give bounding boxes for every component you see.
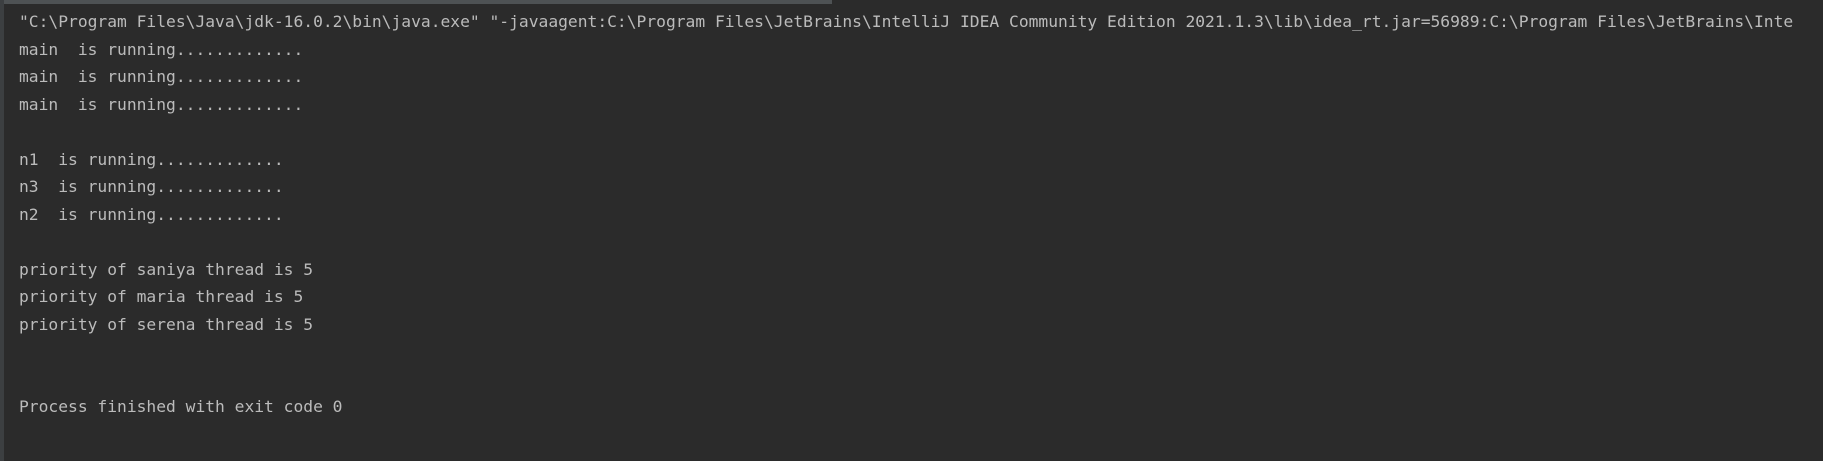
horizontal-scrollbar[interactable] <box>0 0 832 4</box>
console-line: n3 is running............. <box>19 177 284 196</box>
console-line-blank <box>19 228 1793 256</box>
console-line: n1 is running............. <box>19 149 284 169</box>
console-line: main is running............. <box>19 67 304 86</box>
console-line: priority of saniya thread is 5 <box>19 259 314 279</box>
console-line-blank <box>19 338 1793 366</box>
console-line-blank <box>19 118 1793 146</box>
console-line-blank <box>19 366 1793 394</box>
console-line-command: "C:\Program Files\Java\jdk-16.0.2\bin\ja… <box>19 12 1794 31</box>
console-gutter <box>0 0 4 461</box>
console-line: priority of serena thread is 5 <box>19 314 314 334</box>
console-line: main is running............. <box>19 94 304 114</box>
console-line-exit-status: Process finished with exit code 0 <box>19 397 343 416</box>
console-line: n2 is running............. <box>19 204 284 224</box>
run-console[interactable]: "C:\Program Files\Java\jdk-16.0.2\bin\ja… <box>0 0 1823 461</box>
console-output: "C:\Program Files\Java\jdk-16.0.2\bin\ja… <box>19 8 1793 421</box>
console-line: priority of maria thread is 5 <box>19 287 304 306</box>
console-line: main is running............. <box>19 39 304 59</box>
